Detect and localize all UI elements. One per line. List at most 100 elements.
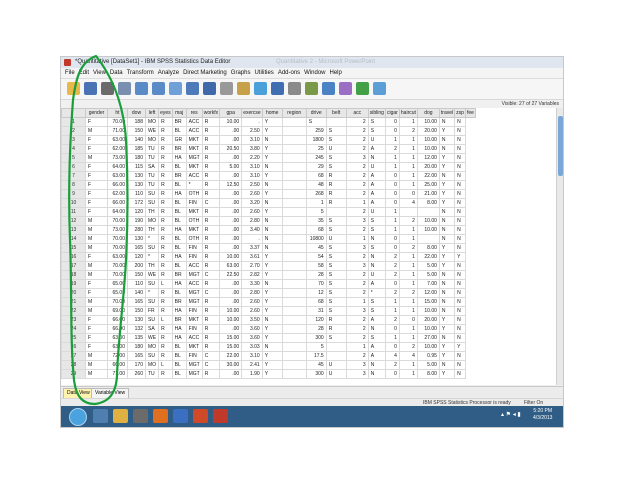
data-cell[interactable] [416,207,440,217]
data-cell[interactable]: .00 [219,216,243,226]
data-cell[interactable]: R [201,162,221,172]
data-cell[interactable]: S [325,297,347,307]
data-cell[interactable]: N [454,369,466,379]
column-header-belt[interactable]: belt [325,108,347,118]
data-cell[interactable]: 2 [345,180,369,190]
data-cell[interactable]: R [325,171,347,181]
data-cell[interactable]: N [454,270,466,280]
data-cell[interactable]: HA [171,225,187,235]
data-cell[interactable]: 1 [398,333,418,343]
data-cell[interactable]: 2 [345,207,369,217]
data-cell[interactable]: N [454,279,466,289]
data-cell[interactable]: R [201,207,221,217]
data-cell[interactable]: N [438,360,456,370]
data-cell[interactable]: 10.00 [219,117,243,127]
data-cell[interactable]: 2.50 [241,180,263,190]
data-cell[interactable]: 1 [384,216,400,226]
data-cell[interactable]: N [438,135,456,145]
data-cell[interactable]: N [438,270,456,280]
data-cell[interactable]: 2 [345,270,369,280]
data-cell[interactable]: 12.00 [416,153,440,163]
data-cell[interactable]: R [158,162,173,172]
data-cell[interactable]: 2.60 [241,297,263,307]
data-cell[interactable]: Y [454,252,466,262]
data-cell[interactable]: 5 [305,342,327,352]
data-cell[interactable]: R [201,369,221,379]
data-cell[interactable]: M [85,216,108,226]
row-number[interactable]: 17 [61,261,86,271]
data-cell[interactable]: Y [438,198,456,208]
data-cell[interactable]: U [367,207,386,217]
data-cell[interactable] [281,252,307,262]
data-cell[interactable]: 65.00 [107,279,128,289]
data-cell[interactable]: N [438,117,456,127]
data-cell[interactable]: R [158,369,173,379]
data-cell[interactable]: 63.00 [107,333,128,343]
data-cell[interactable]: .00 [219,279,243,289]
data-cell[interactable]: R [158,342,173,352]
column-header-acc[interactable]: acc [345,108,369,118]
data-cell[interactable]: 4 [398,351,418,361]
data-cell[interactable]: R [158,297,173,307]
data-cell[interactable]: M [85,351,108,361]
data-cell[interactable]: C [201,360,221,370]
weight-cases-icon[interactable] [288,82,301,95]
data-cell[interactable]: MKT [185,162,203,172]
data-cell[interactable]: 30.00 [219,360,243,370]
data-cell[interactable]: N [367,261,386,271]
row-number[interactable]: 19 [61,279,86,289]
menu-transform[interactable]: Transform [127,68,154,78]
data-cell[interactable]: S [367,243,386,253]
data-cell[interactable]: 8.00 [416,369,440,379]
data-cell[interactable]: 2 [345,333,369,343]
data-cell[interactable]: 2 [384,360,400,370]
data-cell[interactable]: 5.00 [416,360,440,370]
data-cell[interactable]: 150 [127,270,146,280]
table-row[interactable]: 17 M 70.00 200 TH R BL ACC R 63.00 2.70 Y 58 S 3 N 2 1 5.0… [61,261,476,271]
data-cell[interactable]: SA [144,162,160,172]
data-cell[interactable]: ACC [185,117,203,127]
data-cell[interactable]: 15.00 [219,342,243,352]
data-cell[interactable]: Y [438,324,456,334]
data-cell[interactable]: Y [261,207,283,217]
value-labels-icon[interactable] [322,82,335,95]
data-cell[interactable]: 1 [384,333,400,343]
column-header-ht[interactable]: ht [107,108,128,118]
data-cell[interactable]: 1 [398,360,418,370]
data-cell[interactable]: 15.00 [416,297,440,307]
data-cell[interactable]: R [201,153,221,163]
data-cell[interactable]: F [85,333,108,343]
data-cell[interactable]: BL [171,342,187,352]
data-cell[interactable]: R [158,243,173,253]
data-cell[interactable]: 110 [127,189,146,199]
data-cell[interactable]: 2.20 [241,153,263,163]
table-row[interactable]: 22 M 69.00 150 FR R HA FIN R 10.00 2.60 Y 31 S 3 S 1 1 10.… [61,306,476,316]
data-cell[interactable]: .00 [219,288,243,298]
data-cell[interactable]: 20.50 [219,144,243,154]
table-row[interactable]: 16 F 63.00 120 * R HA FIN R 10.00 3.61 Y 54 S 2 N 2 1 22.0… [61,252,476,262]
data-cell[interactable]: C [201,288,221,298]
data-cell[interactable]: 2 [345,225,369,235]
data-cell[interactable]: 0 [398,189,418,199]
data-cell[interactable]: U [367,270,386,280]
row-number[interactable]: 4 [61,144,86,154]
scrollbar-thumb[interactable] [558,116,563,176]
data-cell[interactable]: R [158,126,173,136]
data-cell[interactable]: 48 [305,180,327,190]
data-cell[interactable]: ACC [185,279,203,289]
data-cell[interactable]: MO [144,117,160,127]
data-cell[interactable]: 63.00 [107,171,128,181]
data-cell[interactable]: 1 [398,270,418,280]
data-cell[interactable]: MKT [185,225,203,235]
data-cell[interactable] [281,324,307,334]
data-cell[interactable]: L [158,315,173,325]
data-cell[interactable]: 4 [384,351,400,361]
row-number[interactable]: 5 [61,153,86,163]
data-cell[interactable]: N [454,216,466,226]
data-cell[interactable]: * [185,180,203,190]
data-cell[interactable]: BL [171,369,187,379]
data-cell[interactable]: 69.00 [107,306,128,316]
row-number[interactable]: 18 [61,270,86,280]
data-cell[interactable]: 180 [127,153,146,163]
data-cell[interactable]: N [261,225,283,235]
